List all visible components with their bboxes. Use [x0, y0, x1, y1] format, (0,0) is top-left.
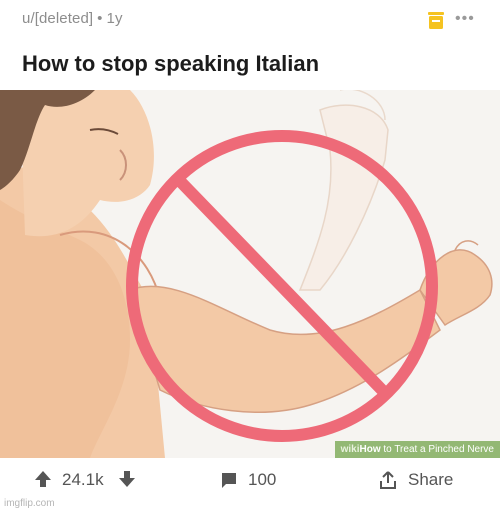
- wikihow-watermark: wikiHow to Treat a Pinched Nerve: [334, 441, 500, 458]
- post-title[interactable]: How to stop speaking Italian: [22, 51, 319, 77]
- comment-count: 100: [248, 470, 277, 489]
- post-age: 1y: [106, 10, 123, 27]
- watermark-wiki: wiki: [340, 444, 360, 455]
- post-meta: u/[deleted] • 1y: [22, 10, 123, 27]
- post-image[interactable]: wikiHow to Treat a Pinched Nerve: [0, 90, 500, 458]
- post-author[interactable]: u/[deleted]: [22, 10, 93, 27]
- share-icon: [380, 471, 396, 489]
- share-button[interactable]: Share: [378, 470, 453, 490]
- more-icon[interactable]: •••: [455, 10, 475, 28]
- downvote-icon[interactable]: [118, 470, 136, 488]
- imgflip-watermark: imgflip.com: [4, 498, 55, 509]
- post-card: u/[deleted] • 1y ••• How to stop speaking …: [0, 0, 500, 511]
- comments-button[interactable]: 100: [220, 470, 276, 490]
- save-icon[interactable]: [428, 12, 444, 30]
- watermark-how: How: [359, 444, 381, 455]
- upvote-count: 24.1k: [62, 470, 104, 489]
- share-label: Share: [408, 470, 454, 489]
- meta-separator: •: [97, 10, 103, 27]
- watermark-text: to Treat a Pinched Nerve: [383, 444, 494, 455]
- illustration: [0, 90, 500, 458]
- action-bar: 24.1k 100 Share: [0, 462, 500, 502]
- upvote-icon[interactable]: [34, 470, 52, 488]
- comment-icon: [222, 473, 236, 488]
